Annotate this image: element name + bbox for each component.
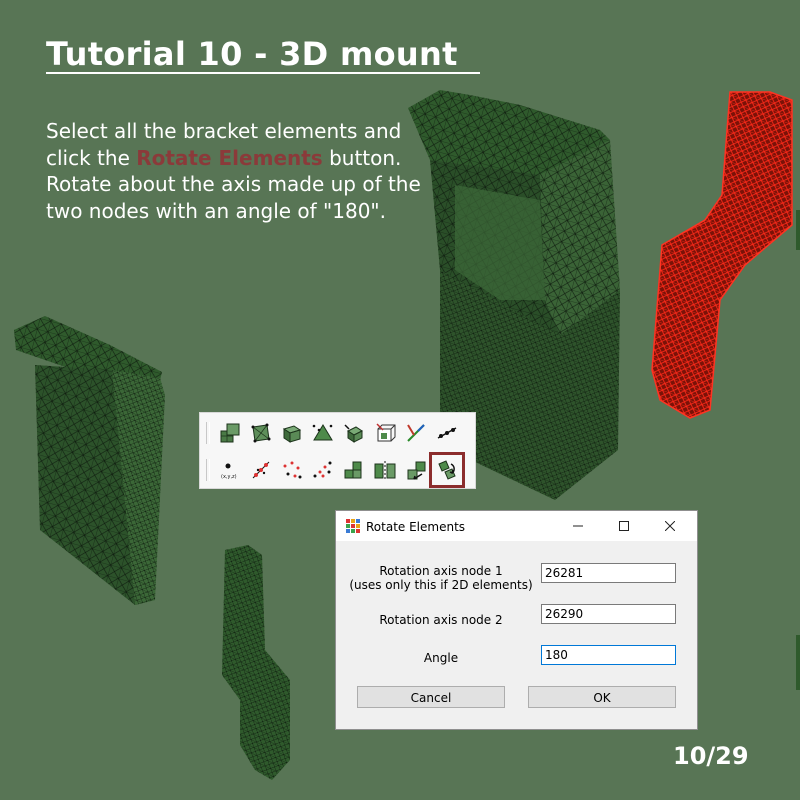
close-icon xyxy=(665,521,675,531)
instruction-highlight: Rotate Elements xyxy=(136,145,323,170)
rotate-elements-dialog: Rotate Elements Rotation axis node 1 (us… xyxy=(335,510,698,730)
page-number: 10/29 xyxy=(673,742,749,770)
ok-button[interactable]: OK xyxy=(528,686,676,708)
edge-line-icon[interactable] xyxy=(404,421,428,445)
app-icon xyxy=(346,519,360,533)
dialog-titlebar[interactable]: Rotate Elements xyxy=(336,511,697,541)
surface-mesh-icon[interactable] xyxy=(249,421,273,445)
instruction-text: Select all the bracket elements and clic… xyxy=(46,118,436,224)
slide-title: Tutorial 10 - 3D mount xyxy=(46,36,480,74)
blocks-icon[interactable] xyxy=(342,458,366,482)
toolbar-grip[interactable] xyxy=(206,422,210,444)
point-coords-icon[interactable]: (x,y,z) xyxy=(218,458,242,482)
cut-box-icon[interactable] xyxy=(373,421,397,445)
line-nodes-icon[interactable] xyxy=(435,421,459,445)
maximize-button[interactable] xyxy=(601,511,647,541)
mesh-toolbar: (x,y,z) xyxy=(199,412,476,489)
nodes-cloud-icon[interactable] xyxy=(249,458,273,482)
dialog-title: Rotate Elements xyxy=(366,520,466,534)
node-triangle-icon[interactable] xyxy=(311,421,335,445)
solid-mesh-icon[interactable] xyxy=(280,421,304,445)
toolbar-row-1 xyxy=(206,416,466,450)
rotate-elements-icon[interactable] xyxy=(429,452,465,488)
node1-label-line1: Rotation axis node 1 xyxy=(379,564,503,578)
bracket-model-selected xyxy=(651,91,793,419)
model-fragment xyxy=(796,210,800,250)
translate-elements-icon[interactable] xyxy=(404,458,428,482)
mirror-blocks-icon[interactable] xyxy=(373,458,397,482)
model-fragment xyxy=(796,635,800,690)
cancel-button[interactable]: Cancel xyxy=(357,686,505,708)
bracket-model-small xyxy=(222,545,290,780)
toolbar-grip[interactable] xyxy=(206,459,210,481)
minimize-button[interactable] xyxy=(555,511,601,541)
angle-label: Angle xyxy=(423,651,459,665)
close-button[interactable] xyxy=(647,511,693,541)
minimize-icon xyxy=(573,525,583,527)
node2-label: Rotation axis node 2 xyxy=(379,613,503,627)
node1-label-line2: (uses only this if 2D elements) xyxy=(349,578,533,592)
node1-input[interactable] xyxy=(541,563,676,583)
extrude-icon[interactable] xyxy=(218,421,242,445)
move-solid-icon[interactable] xyxy=(342,421,366,445)
svg-text:(x,y,z): (x,y,z) xyxy=(221,474,237,480)
angle-input[interactable] xyxy=(541,645,676,665)
nodes-scatter-icon[interactable] xyxy=(280,458,304,482)
node2-input[interactable] xyxy=(541,604,676,624)
toolbar-row-2: (x,y,z) xyxy=(206,452,466,488)
bracket-model-left xyxy=(14,316,165,605)
maximize-icon xyxy=(619,521,629,531)
nodes-random-icon[interactable] xyxy=(311,458,335,482)
node1-label: Rotation axis node 1 (uses only this if … xyxy=(346,564,536,592)
